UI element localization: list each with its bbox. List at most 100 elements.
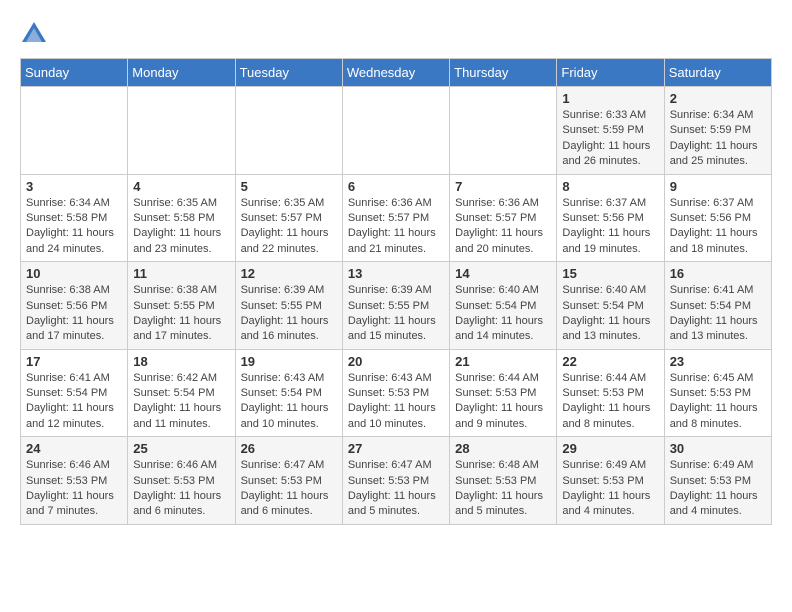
day-info: Sunrise: 6:43 AMSunset: 5:53 PMDaylight:… xyxy=(348,371,444,433)
calendar-cell xyxy=(128,87,235,175)
calendar-week-row: 1 Sunrise: 6:33 AMSunset: 5:59 PMDaylight… xyxy=(21,87,772,175)
calendar-cell: 17 Sunrise: 6:41 AMSunset: 5:54 PMDayligh… xyxy=(21,349,128,437)
calendar-cell: 16 Sunrise: 6:41 AMSunset: 5:54 PMDayligh… xyxy=(664,262,771,350)
calendar-cell: 22 Sunrise: 6:44 AMSunset: 5:53 PMDayligh… xyxy=(557,349,664,437)
day-info: Sunrise: 6:43 AMSunset: 5:54 PMDaylight:… xyxy=(241,371,337,433)
day-number: 22 xyxy=(562,354,658,369)
calendar-week-row: 3 Sunrise: 6:34 AMSunset: 5:58 PMDaylight… xyxy=(21,174,772,262)
calendar-cell: 26 Sunrise: 6:47 AMSunset: 5:53 PMDayligh… xyxy=(235,437,342,525)
day-info: Sunrise: 6:34 AMSunset: 5:59 PMDaylight:… xyxy=(670,108,766,170)
calendar-cell: 6Sunrise: 6:36 AMSunset: 5:57 PMDaylight… xyxy=(342,174,449,262)
day-info: Sunrise: 6:44 AMSunset: 5:53 PMDaylight:… xyxy=(455,371,551,433)
day-number: 29 xyxy=(562,441,658,456)
day-number: 20 xyxy=(348,354,444,369)
calendar-cell: 24 Sunrise: 6:46 AMSunset: 5:53 PMDayligh… xyxy=(21,437,128,525)
day-info: Sunrise: 6:41 AMSunset: 5:54 PMDaylight:… xyxy=(26,371,122,433)
day-info: Sunrise: 6:40 AMSunset: 5:54 PMDaylight:… xyxy=(455,283,551,345)
calendar-cell xyxy=(235,87,342,175)
calendar-cell: 7Sunrise: 6:36 AMSunset: 5:57 PMDaylight… xyxy=(450,174,557,262)
calendar-header-thursday: Thursday xyxy=(450,59,557,87)
calendar-header-sunday: Sunday xyxy=(21,59,128,87)
day-info: Sunrise: 6:41 AMSunset: 5:54 PMDaylight:… xyxy=(670,283,766,345)
day-info: Sunrise: 6:35 AMSunset: 5:57 PMDaylight:… xyxy=(241,196,337,258)
day-info: Sunrise: 6:46 AMSunset: 5:53 PMDaylight:… xyxy=(26,458,122,520)
day-number: 9 xyxy=(670,179,766,194)
day-number: 3 xyxy=(26,179,122,194)
day-info: Sunrise: 6:38 AMSunset: 5:56 PMDaylight:… xyxy=(26,283,122,345)
day-info: Sunrise: 6:46 AMSunset: 5:53 PMDaylight:… xyxy=(133,458,229,520)
day-info: Sunrise: 6:35 AMSunset: 5:58 PMDaylight:… xyxy=(133,196,229,258)
day-info: Sunrise: 6:36 AMSunset: 5:57 PMDaylight:… xyxy=(455,196,551,258)
day-number: 14 xyxy=(455,266,551,281)
day-info: Sunrise: 6:47 AMSunset: 5:53 PMDaylight:… xyxy=(348,458,444,520)
day-number: 24 xyxy=(26,441,122,456)
day-info: Sunrise: 6:42 AMSunset: 5:54 PMDaylight:… xyxy=(133,371,229,433)
day-number: 15 xyxy=(562,266,658,281)
calendar-header-friday: Friday xyxy=(557,59,664,87)
calendar-week-row: 10 Sunrise: 6:38 AMSunset: 5:56 PMDayligh… xyxy=(21,262,772,350)
day-info: Sunrise: 6:47 AMSunset: 5:53 PMDaylight:… xyxy=(241,458,337,520)
calendar-cell: 5 Sunrise: 6:35 AMSunset: 5:57 PMDaylight… xyxy=(235,174,342,262)
day-info: Sunrise: 6:48 AMSunset: 5:53 PMDaylight:… xyxy=(455,458,551,520)
day-info: Sunrise: 6:49 AMSunset: 5:53 PMDaylight:… xyxy=(670,458,766,520)
day-number: 11 xyxy=(133,266,229,281)
day-info: Sunrise: 6:37 AMSunset: 5:56 PMDaylight:… xyxy=(562,196,658,258)
calendar-cell xyxy=(450,87,557,175)
calendar-cell xyxy=(21,87,128,175)
calendar-cell: 9 Sunrise: 6:37 AMSunset: 5:56 PMDaylight… xyxy=(664,174,771,262)
day-number: 4 xyxy=(133,179,229,194)
page-header xyxy=(20,20,772,48)
day-info: Sunrise: 6:33 AMSunset: 5:59 PMDaylight:… xyxy=(562,108,658,170)
day-info: Sunrise: 6:40 AMSunset: 5:54 PMDaylight:… xyxy=(562,283,658,345)
calendar-cell: 3 Sunrise: 6:34 AMSunset: 5:58 PMDaylight… xyxy=(21,174,128,262)
day-info: Sunrise: 6:45 AMSunset: 5:53 PMDaylight:… xyxy=(670,371,766,433)
day-number: 25 xyxy=(133,441,229,456)
calendar-cell: 18Sunrise: 6:42 AMSunset: 5:54 PMDayligh… xyxy=(128,349,235,437)
day-info: Sunrise: 6:49 AMSunset: 5:53 PMDaylight:… xyxy=(562,458,658,520)
day-number: 10 xyxy=(26,266,122,281)
calendar-cell xyxy=(342,87,449,175)
day-number: 5 xyxy=(241,179,337,194)
day-info: Sunrise: 6:39 AMSunset: 5:55 PMDaylight:… xyxy=(348,283,444,345)
day-number: 19 xyxy=(241,354,337,369)
calendar-header-monday: Monday xyxy=(128,59,235,87)
day-number: 8 xyxy=(562,179,658,194)
day-number: 26 xyxy=(241,441,337,456)
calendar-cell: 30 Sunrise: 6:49 AMSunset: 5:53 PMDayligh… xyxy=(664,437,771,525)
day-info: Sunrise: 6:38 AMSunset: 5:55 PMDaylight:… xyxy=(133,283,229,345)
day-number: 23 xyxy=(670,354,766,369)
logo-icon xyxy=(20,20,48,48)
calendar-cell: 21 Sunrise: 6:44 AMSunset: 5:53 PMDayligh… xyxy=(450,349,557,437)
day-info: Sunrise: 6:37 AMSunset: 5:56 PMDaylight:… xyxy=(670,196,766,258)
calendar-cell: 2Sunrise: 6:34 AMSunset: 5:59 PMDaylight… xyxy=(664,87,771,175)
calendar-cell: 13 Sunrise: 6:39 AMSunset: 5:55 PMDayligh… xyxy=(342,262,449,350)
day-number: 16 xyxy=(670,266,766,281)
calendar-cell: 27 Sunrise: 6:47 AMSunset: 5:53 PMDayligh… xyxy=(342,437,449,525)
day-number: 17 xyxy=(26,354,122,369)
calendar-cell: 20 Sunrise: 6:43 AMSunset: 5:53 PMDayligh… xyxy=(342,349,449,437)
calendar-cell: 28Sunrise: 6:48 AMSunset: 5:53 PMDayligh… xyxy=(450,437,557,525)
calendar-cell: 19 Sunrise: 6:43 AMSunset: 5:54 PMDayligh… xyxy=(235,349,342,437)
calendar-cell: 4 Sunrise: 6:35 AMSunset: 5:58 PMDaylight… xyxy=(128,174,235,262)
calendar-table: SundayMondayTuesdayWednesdayThursdayFrid… xyxy=(20,58,772,525)
calendar-cell: 1 Sunrise: 6:33 AMSunset: 5:59 PMDaylight… xyxy=(557,87,664,175)
calendar-cell: 25 Sunrise: 6:46 AMSunset: 5:53 PMDayligh… xyxy=(128,437,235,525)
day-number: 13 xyxy=(348,266,444,281)
day-info: Sunrise: 6:36 AMSunset: 5:57 PMDaylight:… xyxy=(348,196,444,258)
calendar-week-row: 17 Sunrise: 6:41 AMSunset: 5:54 PMDayligh… xyxy=(21,349,772,437)
logo xyxy=(20,20,52,48)
calendar-header-tuesday: Tuesday xyxy=(235,59,342,87)
day-info: Sunrise: 6:34 AMSunset: 5:58 PMDaylight:… xyxy=(26,196,122,258)
day-info: Sunrise: 6:39 AMSunset: 5:55 PMDaylight:… xyxy=(241,283,337,345)
day-number: 30 xyxy=(670,441,766,456)
day-info: Sunrise: 6:44 AMSunset: 5:53 PMDaylight:… xyxy=(562,371,658,433)
day-number: 12 xyxy=(241,266,337,281)
calendar-header-row: SundayMondayTuesdayWednesdayThursdayFrid… xyxy=(21,59,772,87)
day-number: 21 xyxy=(455,354,551,369)
calendar-header-wednesday: Wednesday xyxy=(342,59,449,87)
calendar-cell: 10 Sunrise: 6:38 AMSunset: 5:56 PMDayligh… xyxy=(21,262,128,350)
calendar-cell: 14 Sunrise: 6:40 AMSunset: 5:54 PMDayligh… xyxy=(450,262,557,350)
day-number: 27 xyxy=(348,441,444,456)
calendar-cell: 29 Sunrise: 6:49 AMSunset: 5:53 PMDayligh… xyxy=(557,437,664,525)
day-number: 1 xyxy=(562,91,658,106)
